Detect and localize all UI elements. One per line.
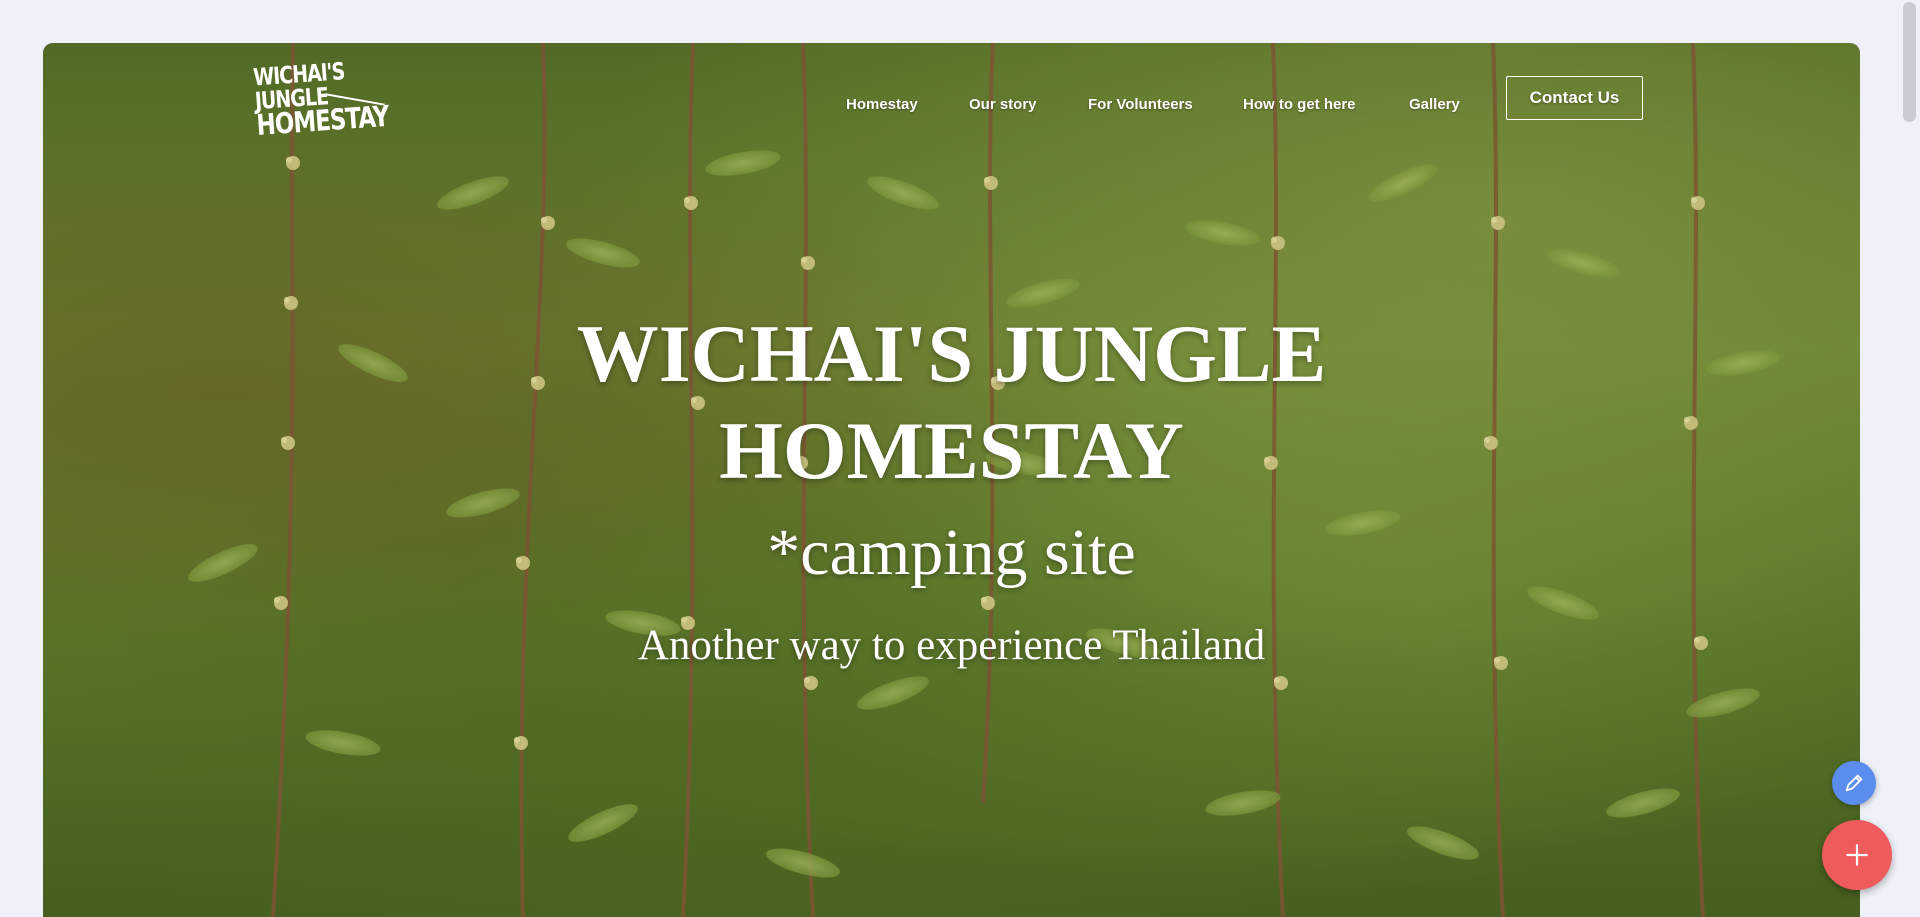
nav-item-homestay[interactable]: Homestay — [846, 96, 918, 113]
page-scrollbar[interactable] — [1903, 0, 1920, 917]
pencil-icon — [1845, 774, 1863, 792]
main-nav: Homestay Our story For Volunteers How to… — [43, 43, 1860, 153]
nav-item-our-story[interactable]: Our story — [969, 96, 1037, 113]
hero-title-line-1: WICHAI'S JUNGLE — [576, 308, 1327, 399]
hero-section: WICHAI'S JUNGLE HOMESTAY Homestay Our st… — [43, 43, 1860, 917]
add-button[interactable] — [1822, 820, 1892, 890]
hero-title: WICHAI'S JUNGLE HOMESTAY — [43, 305, 1860, 499]
page: WICHAI'S JUNGLE HOMESTAY Homestay Our st… — [0, 0, 1920, 917]
nav-item-gallery[interactable]: Gallery — [1409, 96, 1460, 113]
hero-title-line-2: HOMESTAY — [719, 405, 1184, 496]
nav-item-how-to-get-here[interactable]: How to get here — [1243, 96, 1356, 113]
nav-item-for-volunteers[interactable]: For Volunteers — [1088, 96, 1193, 113]
site-header: WICHAI'S JUNGLE HOMESTAY Homestay Our st… — [43, 43, 1860, 153]
edit-button[interactable] — [1832, 761, 1876, 805]
hero-subtitle: *camping site — [767, 516, 1136, 589]
contact-us-button[interactable]: Contact Us — [1506, 76, 1643, 120]
plus-icon — [1846, 844, 1868, 866]
scrollbar-thumb[interactable] — [1903, 2, 1916, 122]
hero-tagline: Another way to experience Thailand — [637, 622, 1266, 669]
